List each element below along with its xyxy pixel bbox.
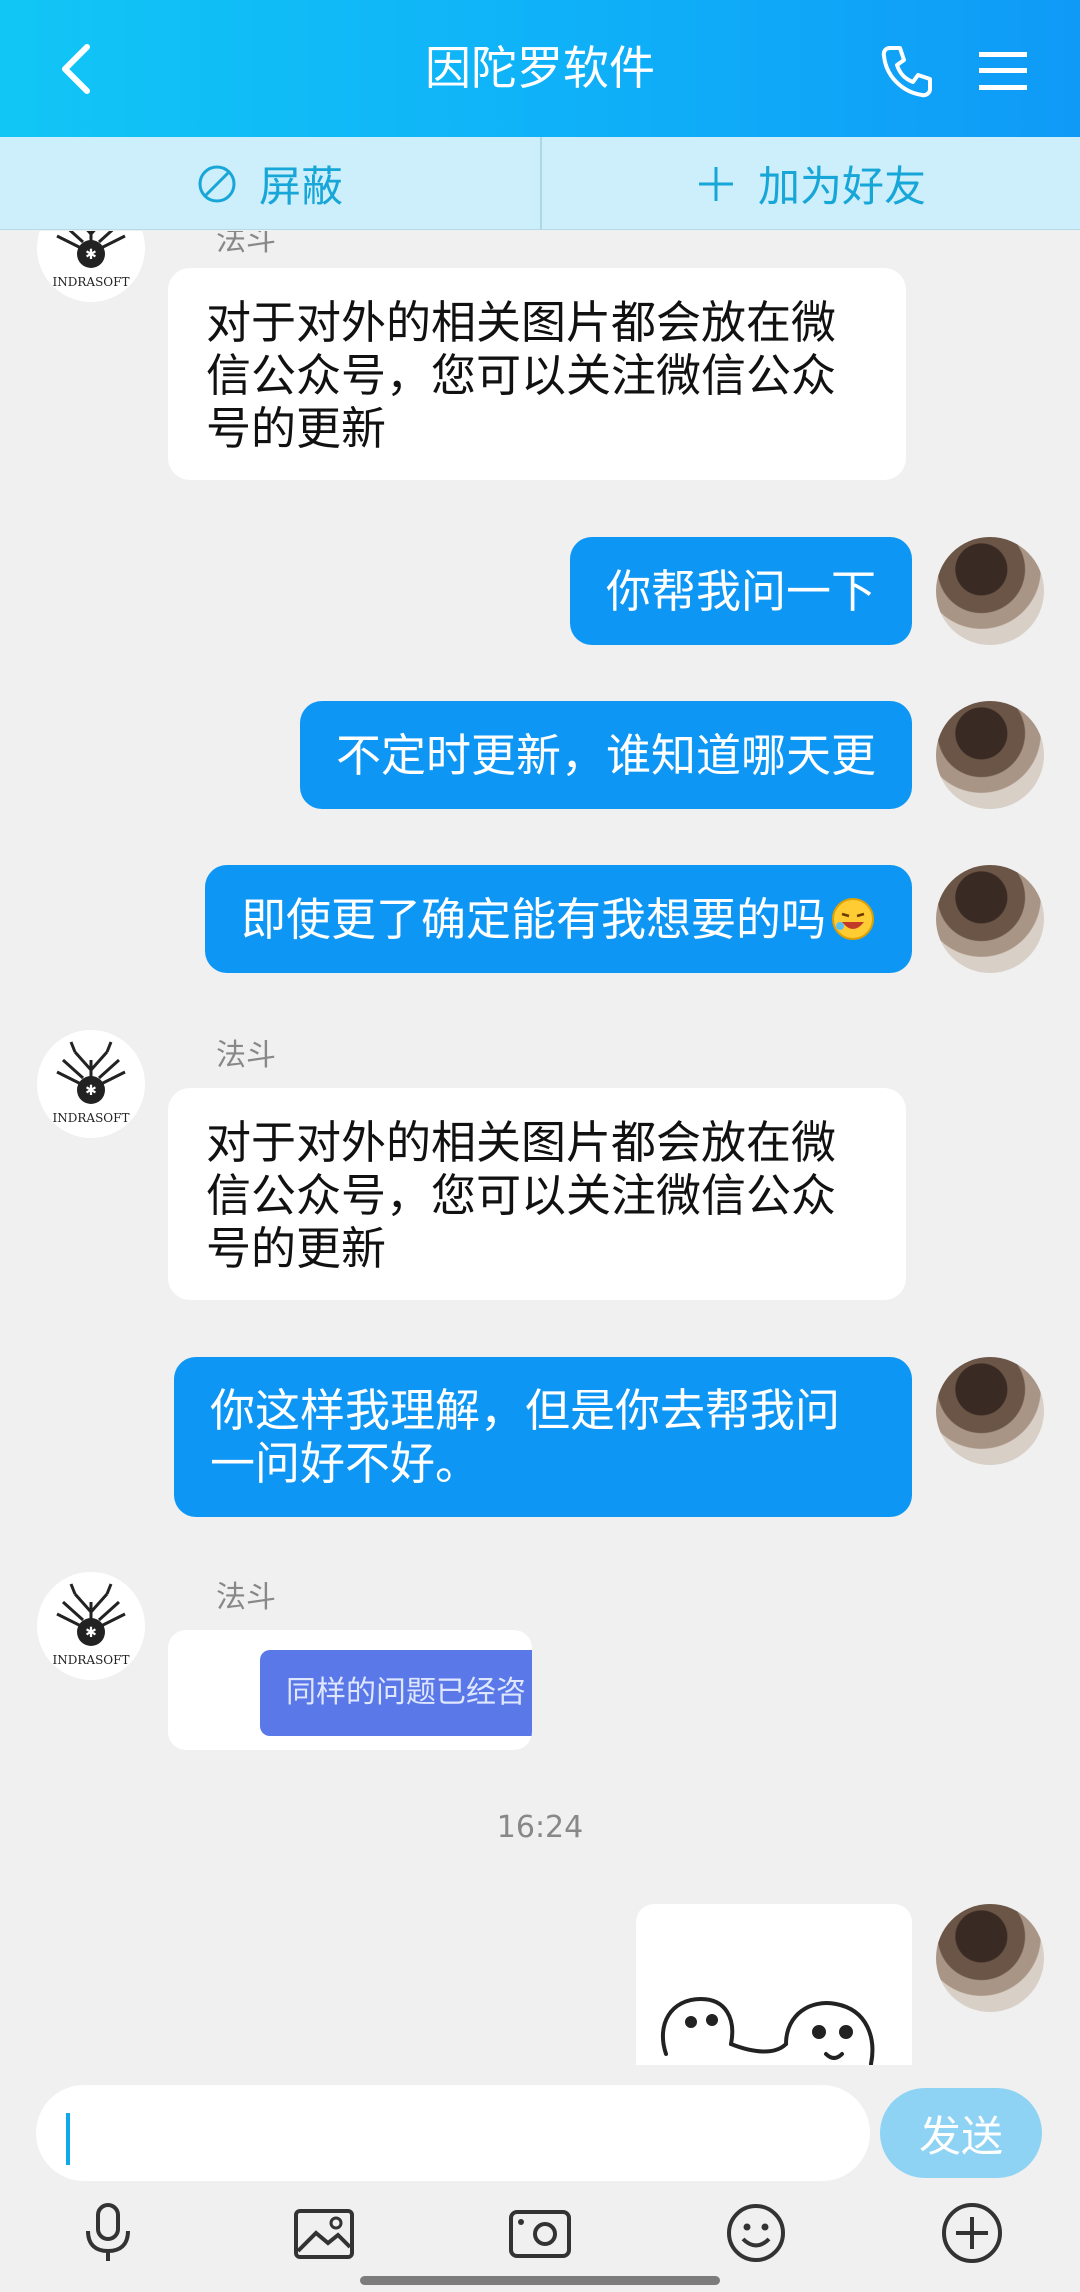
emoji-icon — [727, 2204, 785, 2262]
plus-circle-icon — [942, 2203, 1002, 2263]
menu-icon — [979, 52, 1027, 90]
input-bar: 发送 — [0, 2065, 1080, 2292]
svg-text:INDRASOFT: INDRASOFT — [53, 275, 130, 289]
svg-text:INDRASOFT: INDRASOFT — [53, 1653, 130, 1667]
message-text: 你帮我问一下 — [605, 564, 876, 618]
message-line: 信公众号，您可以关注微信公众 — [206, 349, 837, 402]
plus-icon — [698, 166, 733, 201]
svg-text:✱: ✱ — [85, 1083, 97, 1099]
chat-title: 因陀罗软件 — [425, 41, 655, 95]
indrasoft-logo: ✱ INDRASOFT — [53, 231, 130, 289]
message-bubble-outgoing[interactable]: 不定时更新，谁知道哪天更 — [299, 701, 912, 809]
sender-name: 法斗 — [216, 231, 276, 258]
message-line: 号的更新 — [206, 402, 387, 455]
message-bubble-incoming[interactable]: 对于对外的相关图片都会放在微 信公众号，您可以关注微信公众 号的更新 — [168, 1088, 906, 1300]
chat-header: 因陀罗软件 — [0, 0, 1080, 137]
image-icon — [294, 2209, 354, 2259]
message-line: 对于对外的相关图片都会放在微 — [206, 296, 837, 349]
home-indicator[interactable] — [360, 2276, 720, 2285]
avatar[interactable] — [936, 1357, 1044, 1465]
message-bubble-outgoing[interactable]: 你这样我理解，但是你去帮我问 一问好不好。 — [174, 1357, 912, 1517]
back-icon — [62, 44, 90, 94]
message-line: 号的更新 — [206, 1222, 387, 1275]
sketch-sticker-image — [660, 1996, 875, 2065]
message-list[interactable]: ✱ INDRASOFT 法斗 对于对外的相关图片都会放在微 信公众号，您可以关注… — [0, 231, 1080, 2065]
image-caption: 同样的问题已经咨 — [260, 1650, 532, 1736]
image-message[interactable]: 同样的问题已经咨 — [168, 1630, 532, 1750]
message-input[interactable] — [36, 2085, 870, 2181]
avatar[interactable] — [936, 1904, 1044, 2012]
call-button[interactable] — [872, 36, 942, 106]
avatar[interactable]: ✱ INDRASOFT — [37, 231, 145, 302]
avatar[interactable] — [936, 537, 1044, 645]
message-line: 信公众号，您可以关注微信公众 — [206, 1169, 837, 1222]
more-button[interactable] — [932, 2195, 1012, 2271]
sender-name: 法斗 — [216, 1038, 276, 1073]
avatar[interactable] — [936, 865, 1044, 973]
text-caret — [66, 2113, 70, 2165]
image-button[interactable] — [284, 2195, 364, 2271]
indrasoft-logo: ✱ INDRASOFT — [53, 1041, 130, 1125]
sticker-message[interactable] — [636, 1904, 912, 2065]
input-toolbar — [0, 2195, 1080, 2271]
block-label: 屏蔽 — [258, 162, 343, 211]
block-button[interactable]: 屏蔽 — [0, 137, 540, 230]
message-line: 一问好不好。 — [210, 1437, 481, 1490]
voice-button[interactable] — [68, 2195, 148, 2271]
emoji-button[interactable] — [716, 2195, 796, 2271]
svg-text:✱: ✱ — [85, 247, 97, 263]
send-button[interactable]: 发送 — [880, 2088, 1042, 2178]
add-friend-label: 加为好友 — [757, 162, 926, 211]
timestamp: 16:24 — [496, 1810, 584, 1845]
sender-name: 法斗 — [216, 1580, 276, 1615]
message-text: 不定时更新，谁知道哪天更 — [335, 728, 876, 782]
indrasoft-logo: ✱ INDRASOFT — [53, 1583, 130, 1667]
contact-action-bar: 屏蔽 加为好友 — [0, 137, 1080, 230]
menu-button[interactable] — [968, 36, 1038, 106]
avatar[interactable]: ✱ INDRASOFT — [37, 1572, 145, 1680]
message-bubble-outgoing[interactable]: 即使更了确定能有我想要的吗 — [204, 865, 912, 973]
message-line: 你这样我理解，但是你去帮我问 — [210, 1384, 841, 1437]
avatar[interactable] — [936, 701, 1044, 809]
block-icon — [198, 165, 236, 202]
svg-text:INDRASOFT: INDRASOFT — [53, 1111, 130, 1125]
message-bubble-outgoing[interactable]: 你帮我问一下 — [569, 537, 912, 645]
message-bubble-incoming[interactable]: 对于对外的相关图片都会放在微 信公众号，您可以关注微信公众 号的更新 — [168, 268, 906, 480]
add-friend-button[interactable]: 加为好友 — [540, 137, 1080, 230]
message-text: 即使更了确定能有我想要的吗 — [240, 892, 826, 946]
phone-icon — [881, 46, 932, 98]
avatar[interactable]: ✱ INDRASOFT — [37, 1030, 145, 1138]
camera-button[interactable] — [500, 2195, 580, 2271]
back-button[interactable] — [42, 34, 112, 104]
message-line: 对于对外的相关图片都会放在微 — [206, 1116, 837, 1169]
svg-text:✱: ✱ — [85, 1625, 97, 1641]
laughing-emoji-icon — [832, 898, 874, 940]
mic-icon — [86, 2203, 130, 2261]
camera-icon — [509, 2210, 571, 2258]
